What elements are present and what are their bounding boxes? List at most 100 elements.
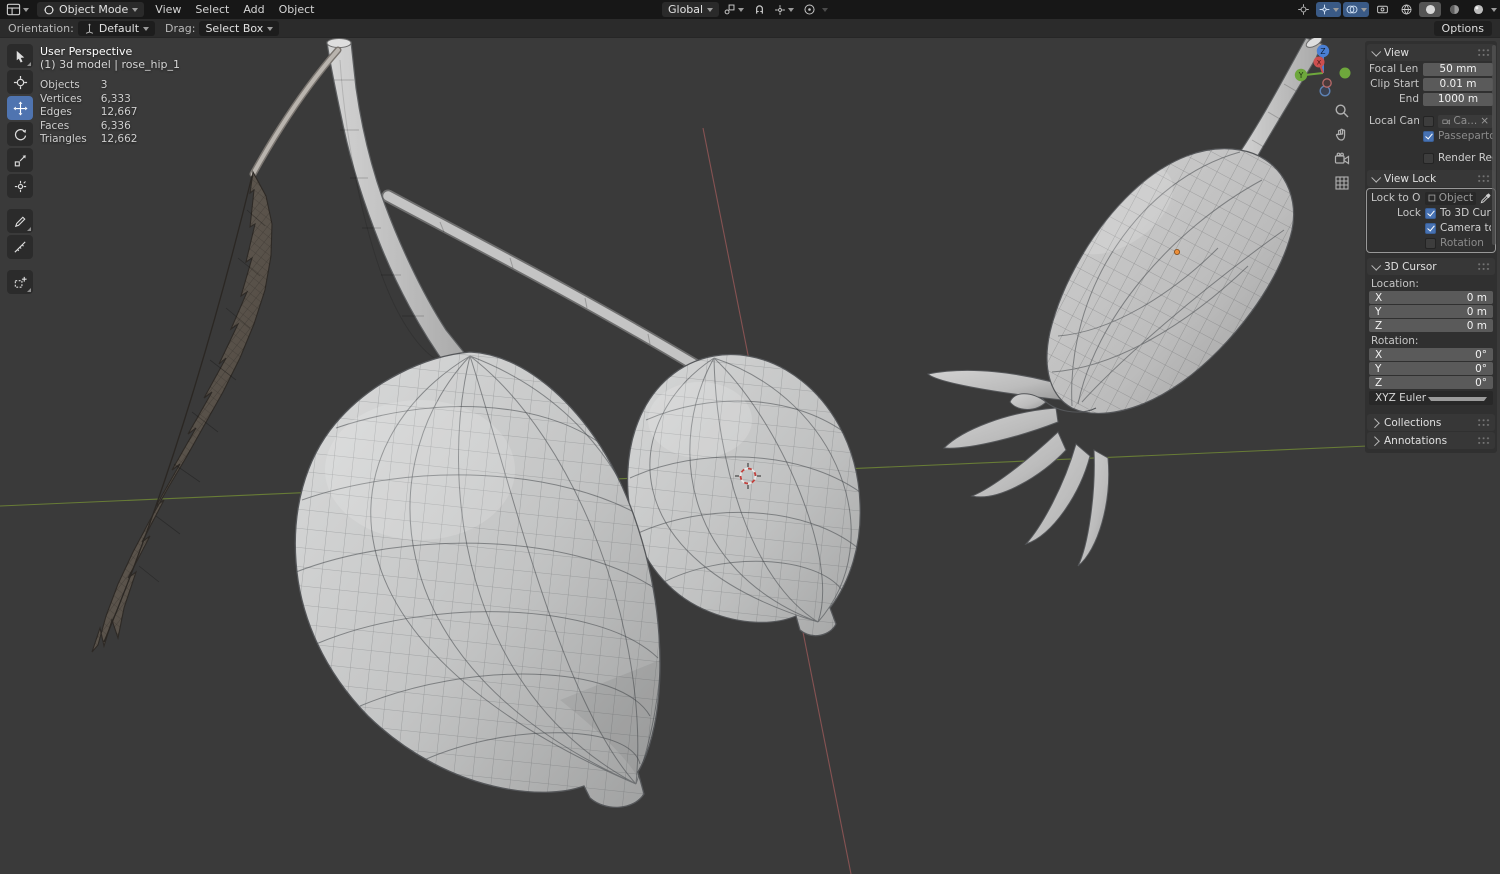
clip-start-row: Clip Start 0.01 m — [1369, 77, 1493, 91]
menu-add[interactable]: Add — [236, 0, 271, 19]
camera-to-view-checkbox[interactable] — [1425, 223, 1436, 234]
transform-orientation-dropdown[interactable]: Global — [662, 2, 719, 17]
passepartout-checkbox[interactable] — [1423, 131, 1434, 142]
render-region-label: Render Regi... — [1438, 152, 1493, 164]
tool-scale[interactable] — [7, 148, 33, 172]
shading-rendered-button[interactable] — [1467, 2, 1489, 17]
chevron-right-icon — [1370, 436, 1380, 446]
euler-order-dropdown[interactable]: XYZ Euler — [1369, 391, 1493, 405]
lock-to-object-field[interactable]: Object — [1425, 192, 1476, 205]
orientation-dropdown[interactable]: Default — [78, 21, 155, 36]
menu-select[interactable]: Select — [188, 0, 236, 19]
menu-object[interactable]: Object — [272, 0, 322, 19]
chevron-down-icon — [707, 8, 713, 15]
clear-x-icon[interactable]: × — [1480, 115, 1489, 127]
chevron-down-icon — [267, 27, 273, 34]
drag-dropdown[interactable]: Select Box — [199, 21, 279, 36]
cursor-rotation-label: Rotation: — [1371, 335, 1491, 347]
clip-end-field[interactable]: 1000 m — [1423, 93, 1493, 106]
panel-header-view[interactable]: View — [1367, 44, 1495, 61]
clip-start-field[interactable]: 0.01 m — [1423, 78, 1493, 91]
viewport-scene[interactable] — [0, 38, 1500, 874]
local-camera-checkbox[interactable] — [1423, 116, 1434, 127]
shading-wireframe-icon — [1400, 3, 1413, 16]
panel-header-annotations[interactable]: Annotations — [1367, 432, 1495, 449]
shading-wireframe-button[interactable] — [1395, 2, 1417, 17]
sidebar-scrollbar[interactable] — [1492, 45, 1496, 245]
panel-grip-icon[interactable] — [1477, 48, 1490, 57]
euler-order-value: XYZ Euler — [1375, 392, 1428, 404]
tool-annotate[interactable] — [7, 209, 33, 233]
model-rose-hip-right[interactable] — [1040, 140, 1310, 420]
editor-type-button[interactable] — [4, 2, 31, 17]
cursor-rotation-z-field[interactable]: Z 0° — [1369, 376, 1493, 389]
tool-select-box[interactable] — [7, 44, 33, 68]
chevron-down-icon — [143, 27, 149, 34]
panel-header-collections[interactable]: Collections — [1367, 414, 1495, 431]
camera-view-button[interactable] — [1333, 150, 1351, 168]
object-mode-icon — [43, 4, 55, 16]
pivot-point-dropdown[interactable] — [721, 2, 746, 17]
tool-transform[interactable] — [7, 174, 33, 198]
snap-toggle[interactable] — [748, 2, 770, 17]
shading-material-button[interactable] — [1443, 2, 1465, 17]
gizmo-axis-x-neg[interactable] — [1323, 79, 1331, 87]
tool-rotate[interactable] — [7, 122, 33, 146]
viewport-header: Object Mode View Select Add Object Globa… — [0, 0, 1500, 19]
panel-header-view-lock[interactable]: View Lock — [1367, 170, 1495, 187]
zoom-button[interactable] — [1333, 102, 1351, 120]
panel-grip-icon[interactable] — [1477, 262, 1490, 271]
tool-add-cube[interactable] — [7, 270, 33, 294]
model-rose-hip-large[interactable] — [280, 340, 680, 820]
cursor-rotation-y-field[interactable]: Y 0° — [1369, 362, 1493, 375]
cursor-location-z-field[interactable]: Z 0 m — [1369, 319, 1493, 332]
render-region-checkbox[interactable] — [1423, 153, 1434, 164]
scene-collection-label: (1) 3d model | rose_hip_1 — [40, 59, 180, 72]
shading-options-caret-icon[interactable] — [1491, 8, 1497, 15]
cursor-location-x-field[interactable]: X 0 m — [1369, 291, 1493, 304]
proportional-falloff-caret-icon[interactable] — [822, 8, 828, 15]
chevron-right-icon — [1370, 418, 1380, 428]
panel-grip-icon[interactable] — [1477, 436, 1490, 445]
gizmo-axis-y-neg[interactable] — [1340, 68, 1351, 79]
tool-move[interactable] — [7, 96, 33, 120]
panel-grip-icon[interactable] — [1477, 418, 1490, 427]
lock-rotation-checkbox[interactable] — [1425, 238, 1436, 249]
panel-grip-icon[interactable] — [1477, 174, 1490, 183]
clip-end-label: End — [1369, 93, 1419, 105]
mode-dropdown[interactable]: Object Mode — [37, 2, 144, 17]
stat-row: Objects3 — [40, 79, 137, 93]
eyedropper-icon[interactable] — [1480, 193, 1491, 204]
snap-settings-dropdown[interactable] — [772, 2, 796, 17]
proportional-editing-toggle[interactable] — [798, 2, 820, 17]
active-tool-icon-button[interactable] — [1292, 2, 1314, 17]
stat-row: Faces6,336 — [40, 120, 137, 134]
panel-header-3d-cursor[interactable]: 3D Cursor — [1367, 258, 1495, 275]
toggle-xray[interactable] — [1371, 2, 1393, 17]
model-leaf[interactable] — [80, 160, 290, 670]
toggle-ortho-button[interactable] — [1333, 174, 1351, 192]
tool-cursor[interactable] — [7, 70, 33, 94]
local-camera-field[interactable]: Ca... × — [1438, 115, 1493, 128]
shading-solid-button[interactable] — [1419, 2, 1441, 17]
cursor-rotation-x-field[interactable]: X 0° — [1369, 348, 1493, 361]
stat-row: Edges12,667 — [40, 106, 137, 120]
orientation-label: Orientation: — [8, 22, 74, 35]
pan-button[interactable] — [1333, 126, 1351, 144]
cursor-location-label: Location: — [1371, 278, 1491, 290]
show-gizmo-toggle[interactable] — [1316, 2, 1341, 17]
show-overlays-toggle[interactable] — [1343, 2, 1369, 17]
viewport-3d[interactable]: User Perspective (1) 3d model | rose_hip… — [0, 38, 1500, 874]
camera-to-view-label: Camera to Vi... — [1440, 222, 1491, 234]
cursor-location-y-field[interactable]: Y 0 m — [1369, 305, 1493, 318]
local-camera-row: Local Cam... Ca... × — [1369, 114, 1493, 128]
stat-value: 12,667 — [87, 106, 138, 120]
menu-view[interactable]: View — [148, 0, 188, 19]
navigation-gizmo[interactable]: Z Y X — [1292, 42, 1354, 104]
focal-length-field[interactable]: 50 mm — [1423, 63, 1493, 76]
tool-measure[interactable] — [7, 235, 33, 259]
to-3d-cursor-checkbox[interactable] — [1425, 208, 1436, 219]
clip-start-label: Clip Start — [1369, 78, 1419, 90]
options-button[interactable]: Options — [1434, 21, 1492, 36]
pivot-point-icon — [723, 3, 736, 16]
